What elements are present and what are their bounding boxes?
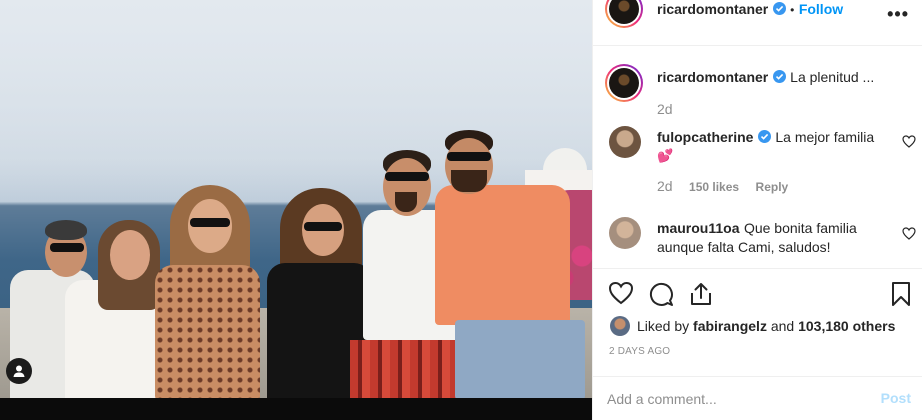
photo-bottom-bar xyxy=(0,398,592,420)
more-options-button[interactable]: ••• xyxy=(887,4,909,25)
caption-age[interactable]: 2d xyxy=(657,101,673,117)
caption-text: La plenitud ... xyxy=(790,69,875,85)
post-side-panel: ricardomontaner • Follow ••• ricardomont… xyxy=(592,0,922,420)
commenter-avatar[interactable] xyxy=(609,217,641,249)
person-3 xyxy=(150,185,265,400)
user-tag-button[interactable] xyxy=(6,358,32,384)
caption-avatar[interactable] xyxy=(605,64,643,102)
action-bar: Liked by fabirangelz and 103,180 others … xyxy=(593,268,922,357)
heart-icon[interactable] xyxy=(608,281,634,305)
verified-badge-icon xyxy=(757,130,771,143)
add-comment-bar: Post xyxy=(593,376,922,420)
comment-text: La mejor familia xyxy=(775,129,875,145)
heart-icon[interactable] xyxy=(902,135,916,148)
author-avatar[interactable] xyxy=(605,0,643,28)
comment-likes-count[interactable]: 150 likes xyxy=(689,180,739,194)
liker-avatar[interactable] xyxy=(610,316,630,336)
commenter-username[interactable]: fulopcatherine xyxy=(657,129,753,145)
comment-icon[interactable] xyxy=(648,281,674,307)
likes-prefix: Liked by xyxy=(637,318,690,334)
likes-connector: and xyxy=(770,318,795,334)
share-icon[interactable] xyxy=(688,281,714,307)
follow-separator: • xyxy=(790,3,795,17)
post-photo[interactable] xyxy=(0,0,592,420)
commenter-avatar[interactable] xyxy=(609,126,641,158)
caption-username[interactable]: ricardomontaner xyxy=(657,69,768,85)
author-username[interactable]: ricardomontaner xyxy=(657,1,768,17)
liker-username[interactable]: fabirangelz xyxy=(693,318,767,334)
post-header: ricardomontaner • Follow ••• xyxy=(593,0,922,46)
follow-button[interactable]: Follow xyxy=(799,1,843,17)
comment-input[interactable] xyxy=(607,388,857,410)
comment-age[interactable]: 2d xyxy=(657,178,673,194)
user-tag-icon xyxy=(13,365,25,377)
post-comment-button[interactable]: Post xyxy=(881,390,911,406)
commenter-username[interactable]: maurou11oa xyxy=(657,220,739,236)
bookmark-icon[interactable] xyxy=(890,281,912,307)
heart-icon[interactable] xyxy=(902,227,916,240)
reply-button[interactable]: Reply xyxy=(756,180,789,194)
comment-emoji: 💕 xyxy=(657,148,674,163)
likes-summary: Liked by fabirangelz and 103,180 others xyxy=(637,318,895,334)
verified-badge-icon xyxy=(772,2,786,15)
verified-badge-icon xyxy=(772,70,786,83)
person-6 xyxy=(425,130,592,400)
likes-others-link[interactable]: 103,180 others xyxy=(798,318,895,334)
post-timestamp[interactable]: 2 DAYS AGO xyxy=(609,346,670,357)
